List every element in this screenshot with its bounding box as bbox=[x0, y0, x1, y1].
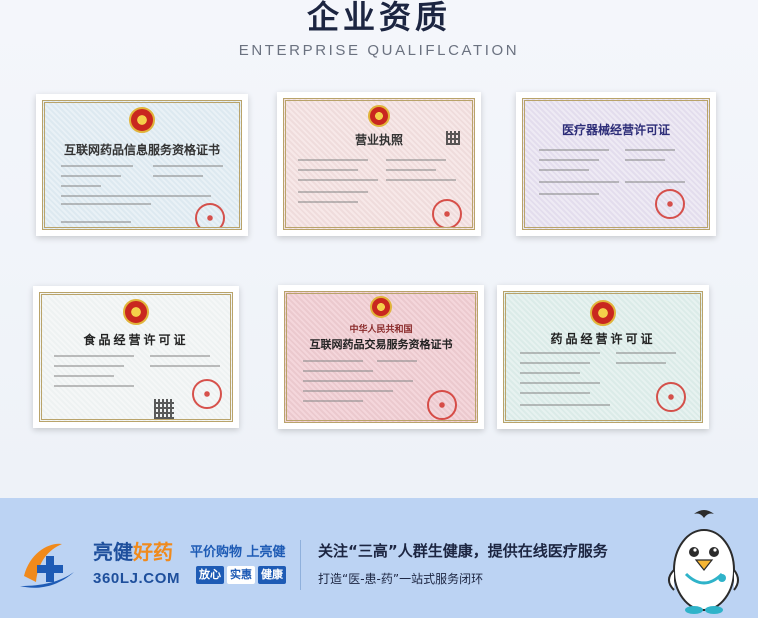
official-seal-icon bbox=[427, 390, 457, 420]
text-line bbox=[303, 360, 363, 362]
text-line bbox=[625, 149, 675, 151]
brand-url: 360LJ.COM bbox=[93, 570, 181, 587]
text-line bbox=[520, 382, 600, 384]
text-line bbox=[625, 159, 665, 161]
text-line bbox=[54, 365, 124, 367]
badge-reassuring: 放心 bbox=[196, 566, 224, 584]
text-line bbox=[520, 352, 600, 354]
section-subtitle: ENTERPRISE QUALIFLCATION bbox=[238, 42, 520, 59]
text-line bbox=[377, 360, 417, 362]
certificate-food-business[interactable]: 食品经营许可证 bbox=[33, 286, 239, 428]
text-line bbox=[153, 165, 223, 167]
text-line bbox=[303, 400, 363, 402]
brand-name-main: 亮健 bbox=[93, 540, 133, 564]
feature-badges: 放心 实惠 健康 bbox=[196, 566, 286, 584]
text-line bbox=[298, 169, 358, 171]
certificate-subtitle: 中华人民共和国 bbox=[349, 325, 413, 335]
certificate-body: 中华人民共和国 互联网药品交易服务资格证书 bbox=[284, 291, 478, 423]
national-emblem-icon bbox=[123, 299, 149, 325]
text-line bbox=[61, 175, 121, 177]
text-line bbox=[520, 404, 610, 406]
text-line bbox=[616, 352, 676, 354]
certificate-body: 食品经营许可证 bbox=[39, 292, 233, 422]
brand-name: 亮健好药 bbox=[93, 541, 173, 563]
text-line bbox=[303, 370, 373, 372]
text-line bbox=[150, 365, 220, 367]
text-line bbox=[61, 203, 151, 205]
official-seal-icon bbox=[192, 379, 222, 409]
official-seal-icon bbox=[195, 203, 225, 227]
text-line bbox=[539, 159, 599, 161]
badge-affordable: 实惠 bbox=[227, 566, 255, 584]
qr-code-icon bbox=[446, 131, 460, 145]
text-line bbox=[150, 355, 210, 357]
mascot-bird-icon bbox=[668, 510, 739, 614]
text-line bbox=[386, 159, 446, 161]
certificate-title: 互联网药品交易服务资格证书 bbox=[309, 338, 453, 351]
text-line bbox=[616, 362, 666, 364]
text-line bbox=[625, 181, 685, 183]
brand-logo-icon bbox=[20, 543, 74, 588]
certificate-title: 互联网药品信息服务资格证书 bbox=[63, 143, 220, 157]
text-line bbox=[303, 390, 393, 392]
text-line bbox=[520, 392, 590, 394]
certificate-title: 药品经营许可证 bbox=[550, 332, 656, 346]
certificate-business-license[interactable]: 营业执照 bbox=[277, 92, 481, 236]
text-line bbox=[61, 221, 131, 223]
section-title: 企业资质 bbox=[306, 0, 451, 36]
text-line bbox=[54, 385, 134, 387]
text-line bbox=[61, 165, 133, 167]
certificate-internet-drug-info[interactable]: 互联网药品信息服务资格证书 bbox=[36, 94, 248, 236]
national-emblem-icon bbox=[368, 105, 390, 127]
official-seal-icon bbox=[656, 382, 686, 412]
certificate-internet-drug-trade[interactable]: 中华人民共和国 互联网药品交易服务资格证书 bbox=[278, 285, 484, 429]
certificate-body: 营业执照 bbox=[283, 98, 475, 230]
text-line bbox=[303, 380, 413, 382]
certificate-body: 互联网药品信息服务资格证书 bbox=[42, 100, 242, 230]
text-line bbox=[539, 169, 589, 171]
text-line bbox=[386, 169, 436, 171]
text-line bbox=[298, 179, 378, 181]
text-line bbox=[298, 201, 358, 203]
text-line bbox=[54, 355, 134, 357]
certificate-title: 医疗器械经营许可证 bbox=[561, 123, 670, 137]
slogan-part1: 平价购物 bbox=[190, 545, 243, 560]
certificate-medical-device[interactable]: 医疗器械经营许可证 bbox=[516, 92, 716, 236]
divider bbox=[300, 540, 301, 590]
text-line bbox=[61, 195, 211, 197]
national-emblem-icon bbox=[129, 107, 155, 133]
official-seal-icon bbox=[655, 189, 685, 219]
slogan-part2: 上亮健 bbox=[246, 545, 286, 560]
slogan: 平价购物 上亮健 bbox=[190, 541, 286, 560]
certificate-drug-business[interactable]: 药品经营许可证 bbox=[497, 285, 709, 429]
text-line bbox=[520, 362, 590, 364]
brand-name-accent: 好药 bbox=[133, 540, 173, 564]
text-line bbox=[298, 191, 368, 193]
banner-subline: 打造“医-患-药”一站式服务闭环 bbox=[318, 572, 484, 586]
text-line bbox=[153, 175, 203, 177]
text-line bbox=[386, 179, 456, 181]
certificate-title: 营业执照 bbox=[354, 133, 403, 147]
official-seal-icon bbox=[432, 199, 462, 227]
text-line bbox=[54, 375, 114, 377]
text-line bbox=[298, 159, 368, 161]
badge-healthy: 健康 bbox=[258, 566, 286, 584]
certificate-title: 食品经营许可证 bbox=[83, 333, 189, 347]
national-emblem-icon bbox=[590, 300, 616, 326]
banner-headline: 关注“三高”人群生健康，提供在线医疗服务 bbox=[318, 542, 608, 560]
text-line bbox=[539, 181, 619, 183]
text-line bbox=[539, 193, 599, 195]
text-line bbox=[61, 185, 101, 187]
national-emblem-icon bbox=[370, 296, 392, 318]
certificate-body: 医疗器械经营许可证 bbox=[522, 98, 710, 230]
text-line bbox=[520, 372, 580, 374]
certificate-body: 药品经营许可证 bbox=[503, 291, 703, 423]
text-line bbox=[539, 149, 609, 151]
qr-code-icon bbox=[154, 399, 174, 419]
